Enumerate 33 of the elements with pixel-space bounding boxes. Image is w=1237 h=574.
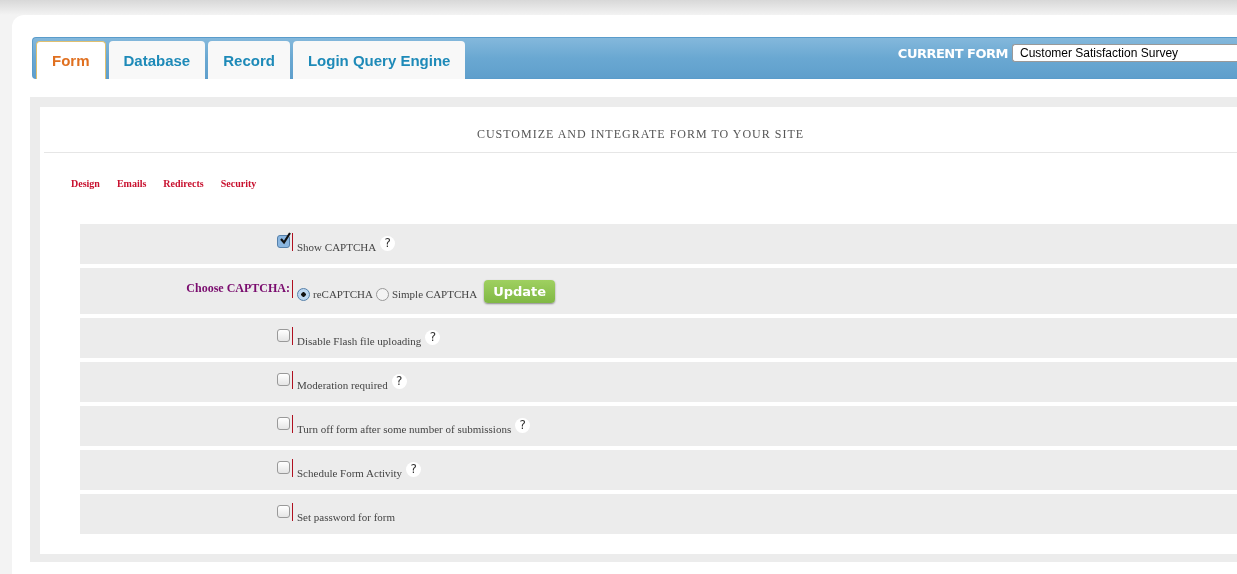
- tab[interactable]: Record: [208, 41, 290, 79]
- option-label: Set password for form: [297, 511, 396, 523]
- help-icon[interactable]: ?: [425, 329, 441, 345]
- help-icon[interactable]: ?: [406, 461, 422, 477]
- subnav-link[interactable]: Security: [220, 178, 257, 189]
- tab[interactable]: Login Query Engine: [292, 41, 466, 79]
- option-label: Show CAPTCHA: [297, 241, 377, 253]
- help-icon[interactable]: ?: [391, 373, 407, 389]
- option-label: Disable Flash file uploading: [297, 335, 422, 347]
- section-heading: CUSTOMIZE AND INTEGRATE FORM TO YOUR SITE: [44, 107, 1237, 153]
- checkbox[interactable]: [277, 460, 290, 474]
- checkbox[interactable]: [277, 504, 290, 518]
- tab[interactable]: Database: [108, 41, 206, 79]
- subnav-link[interactable]: Emails: [116, 178, 147, 189]
- help-icon[interactable]: ?: [380, 235, 396, 251]
- checkbox[interactable]: [277, 234, 290, 248]
- radio-label: reCAPTCHA: [313, 288, 373, 300]
- option-label: Schedule Form Activity: [297, 467, 403, 479]
- checkbox[interactable]: [277, 416, 290, 430]
- option-label: Turn off form after some number of submissions: [297, 423, 512, 435]
- checkbox[interactable]: [277, 328, 290, 342]
- form-select[interactable]: Customer Satisfaction Survey: [1012, 44, 1237, 62]
- help-icon[interactable]: ?: [515, 417, 531, 433]
- subnav-link[interactable]: Design: [71, 178, 100, 189]
- current-form-label: CURRENT FORM: [897, 45, 1008, 61]
- radio-button[interactable]: [297, 287, 310, 301]
- tab[interactable]: Form: [36, 41, 106, 79]
- checkbox[interactable]: [277, 372, 290, 386]
- radio-button[interactable]: [375, 287, 389, 301]
- field-label: Choose CAPTCHA:: [186, 280, 290, 296]
- subnav-link[interactable]: Redirects: [163, 178, 204, 189]
- radio-label: Simple CAPTCHA: [391, 288, 478, 300]
- option-label: Moderation required: [297, 379, 388, 391]
